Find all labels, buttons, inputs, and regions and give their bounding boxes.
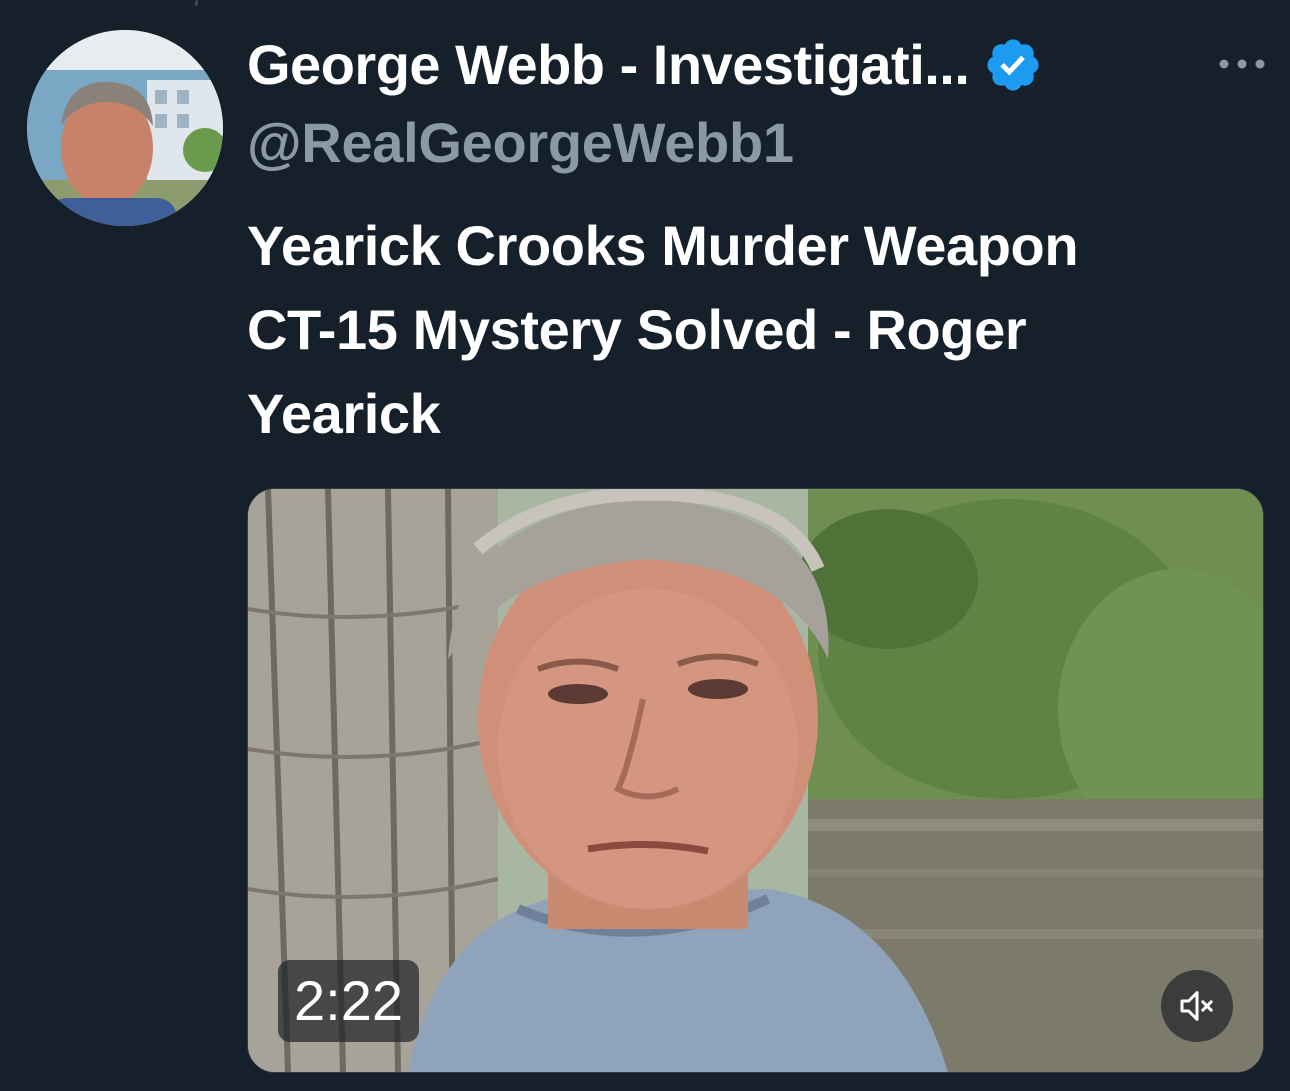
tweet-text-line: Yearick xyxy=(247,382,441,445)
tweet-text: Yearick Crooks Murder Weapon CT-15 Myste… xyxy=(247,204,1257,456)
author-name-row: George Webb - Investigati... xyxy=(247,30,1043,100)
video-player[interactable]: 2:22 xyxy=(247,488,1264,1073)
tweet-text-line: Yearick Crooks Murder Weapon xyxy=(247,214,1079,277)
author-handle[interactable]: @RealGeorgeWebb1 xyxy=(247,108,794,178)
verified-badge-icon xyxy=(983,35,1043,95)
speaker-muted-icon xyxy=(1180,991,1213,1021)
author-display-name[interactable]: George Webb - Investigati... xyxy=(247,30,970,100)
tweet-header: George Webb - Investigati... @RealGeorge… xyxy=(247,22,1277,192)
tweet-card[interactable]: George Webb - Investigati... @RealGeorge… xyxy=(0,0,1290,1091)
unmute-button[interactable] xyxy=(1161,970,1233,1042)
more-horizontal-icon xyxy=(1219,59,1265,69)
video-duration-badge: 2:22 xyxy=(278,960,419,1042)
profile-photo-icon xyxy=(27,30,223,226)
avatar[interactable] xyxy=(27,30,223,226)
tweet-text-line: CT-15 Mystery Solved - Roger xyxy=(247,298,1027,361)
more-options-button[interactable] xyxy=(1207,36,1277,92)
thread-line xyxy=(195,0,198,6)
